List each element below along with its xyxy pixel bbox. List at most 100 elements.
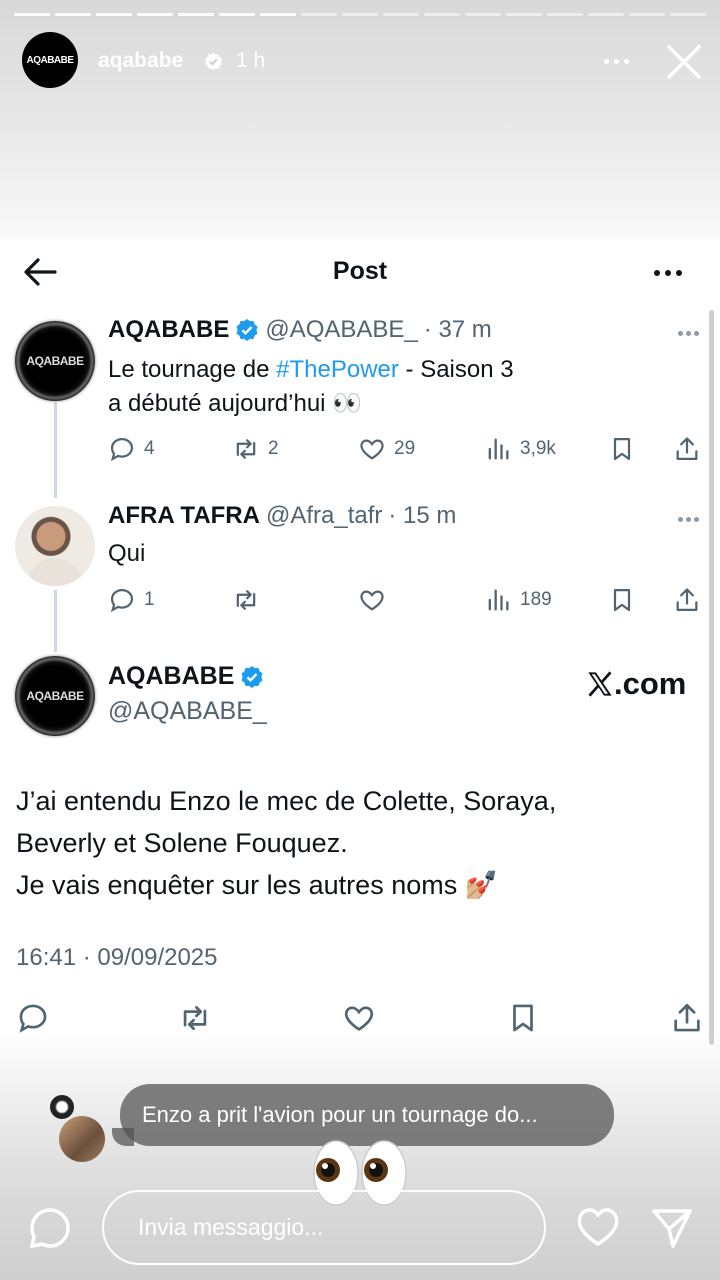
story-progress-segment [342,13,378,16]
story-progress-segment [383,13,419,16]
views-count: 189 [520,589,552,610]
story-header: AQABABE aqababe 1 h [0,28,720,96]
tweet-header: AQABABE @AQABABE_ · 37 m [108,316,492,344]
verified-badge-icon [241,665,263,688]
hashtag-link[interactable]: #ThePower [276,356,399,383]
share-icon [676,588,698,612]
avatar[interactable]: AQABABE [15,321,95,401]
thread-line [54,402,57,498]
camera-icon[interactable] [28,1206,72,1250]
tweet-author-name[interactable]: AQABABE [108,316,229,344]
retweet-button[interactable] [232,585,260,615]
x-logo-icon [588,671,612,697]
reply-count: 4 [144,438,155,459]
like-button[interactable]: 29 [358,434,415,464]
avatar-text: AQABABE [26,354,84,368]
views-count: 3,9k [520,438,556,459]
story-progress-segment [670,13,706,16]
share-button[interactable] [673,585,701,615]
story-progress-segment [506,13,542,16]
heart-icon[interactable] [576,1206,620,1248]
avatar-text: AQABABE [26,689,84,703]
share-button[interactable] [670,1003,704,1033]
share-icon [674,1003,700,1032]
bookmark-icon [513,1004,533,1032]
like-button[interactable] [358,585,386,615]
avatar[interactable] [15,506,95,586]
bookmark-button[interactable] [608,585,636,615]
reply-bubble-text: Enzo a prit l'avion pour un tournage do.… [142,1102,538,1127]
tweet-author-handle[interactable]: @AQABABE_ [108,697,267,726]
avatar [59,1116,105,1162]
story-progress-segment [55,13,91,16]
share-button[interactable] [673,434,701,464]
retweet-icon [236,590,256,610]
story-progress-segment [219,13,255,16]
tweet-author-handle[interactable]: @Afra_tafr [266,502,382,530]
story-progress-segment [629,13,665,16]
story-progress-segment [547,13,583,16]
bookmark-icon [613,588,631,612]
main-tweet-line: J’ai entendu Enzo le mec de Colette, Sor… [16,786,557,816]
retweet-button[interactable] [178,1003,212,1033]
like-icon [344,1006,374,1031]
verified-badge-icon [236,319,258,341]
main-tweet-header: AQABABE @AQABABE_ [108,662,267,726]
share-icon [676,437,698,461]
scrollbar[interactable] [709,310,714,1045]
bookmark-button[interactable] [506,1003,540,1033]
tweet-text-part: - Saison 3 [398,356,514,383]
tweet-text: Le tournage de #ThePower - Saison 3 a dé… [108,353,514,421]
story-progress-segment [96,13,132,16]
retweet-count: 2 [268,438,279,459]
like-icon [360,439,384,460]
story-progress-segment [588,13,624,16]
message-placeholder: Invia messaggio... [138,1214,324,1240]
story-avatar-text: AQABABE [26,54,74,66]
story-progress-segment [424,13,460,16]
tweet-text-line: a débuté aujourd’hui 👀 [108,390,363,417]
more-icon[interactable] [646,259,690,287]
close-icon[interactable] [664,42,704,82]
reply-button[interactable]: 4 [108,434,155,464]
reply-icon [19,1004,47,1033]
brand-text: .com [614,666,687,701]
reply-icon [110,588,134,613]
bookmark-icon [613,437,631,461]
tweet-text-part: Le tournage de [108,356,277,383]
more-icon[interactable] [678,514,702,524]
reply-button[interactable]: 1 [108,585,155,615]
main-tweet-text: J’ai entendu Enzo le mec de Colette, Sor… [16,780,556,906]
story-progress-segment [260,13,296,16]
story-progress-segment [465,13,501,16]
views-button[interactable]: 3,9k [484,434,556,464]
main-tweet-date: 16:41 · 09/09/2025 [16,944,218,971]
story-progress-segment [301,13,337,16]
like-count: 29 [394,438,416,459]
thread-line [54,590,57,652]
views-button[interactable]: 189 [484,585,552,615]
more-icon[interactable] [678,328,702,338]
more-icon[interactable] [596,46,636,76]
tweet-author-handle[interactable]: @AQABABE_ [265,316,417,344]
like-button[interactable] [342,1003,376,1033]
bookmark-button[interactable] [608,434,636,464]
views-icon [488,438,509,460]
page-title: Post [332,257,388,285]
tweet-author-name[interactable]: AFRA TAFRA [108,502,260,530]
message-input[interactable]: Invia messaggio... [102,1190,546,1265]
story-progress-segment [178,13,214,16]
story-username[interactable]: aqababe [98,49,183,73]
story-avatar[interactable]: AQABABE [22,32,78,88]
tweet-text: Qui [108,540,146,567]
tweet-author-name[interactable]: AQABABE [108,662,234,691]
verified-badge-icon [205,52,222,71]
reply-button[interactable] [16,1003,50,1033]
retweet-button[interactable]: 2 [232,434,279,464]
reply-count: 1 [144,589,155,610]
story-reply-bubble[interactable]: Enzo a prit l'avion pour un tournage do.… [112,1084,614,1146]
avatar[interactable]: AQABABE [15,656,95,736]
send-icon[interactable] [650,1206,694,1250]
reply-icon [110,437,134,462]
main-tweet-line: Beverly et Solene Fouquez. [16,828,348,858]
